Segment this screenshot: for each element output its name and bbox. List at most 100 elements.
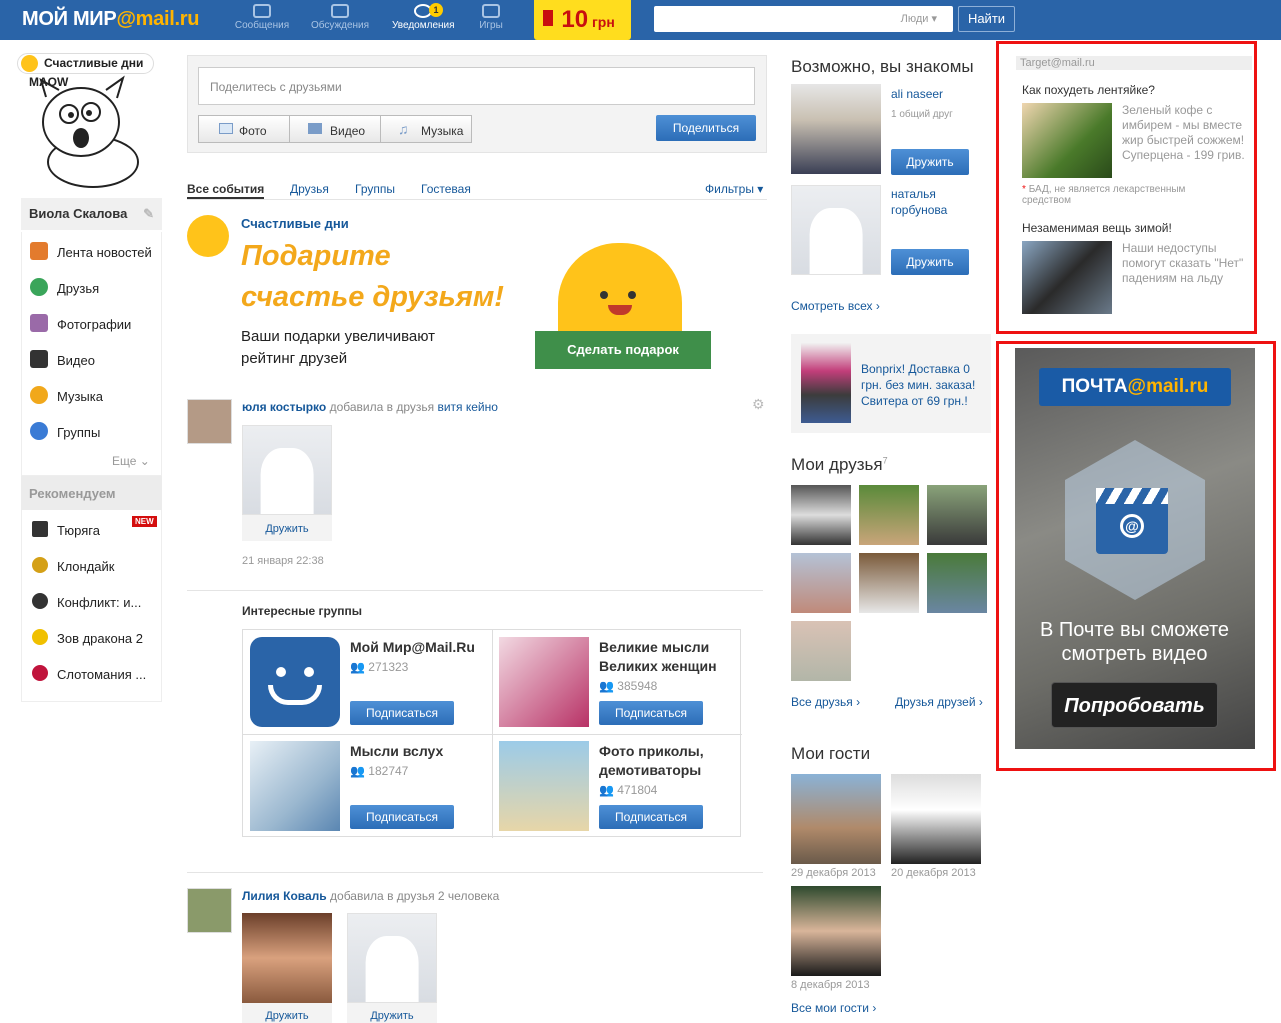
add-friend-button[interactable]: Дружить bbox=[891, 249, 969, 275]
guest-photo[interactable] bbox=[891, 774, 981, 864]
subscribe-button[interactable]: Подписаться bbox=[599, 701, 703, 725]
pymk-photo[interactable] bbox=[791, 84, 881, 174]
tab-guestbook[interactable]: Гостевая bbox=[421, 182, 471, 196]
nav-messages[interactable]: Сообщения bbox=[231, 4, 293, 38]
all-guests-link[interactable]: Все мои гости › bbox=[791, 1001, 876, 1015]
search-input[interactable]: Люди ▾ bbox=[654, 6, 953, 32]
share-input[interactable]: Поделитесь с друзьями bbox=[198, 67, 755, 105]
user-avatar[interactable] bbox=[187, 888, 232, 933]
friend-photo-placeholder[interactable] bbox=[347, 913, 437, 1003]
filters-dropdown[interactable]: Фильтры ▾ bbox=[705, 182, 763, 196]
tab-groups[interactable]: Группы bbox=[355, 182, 395, 196]
menu-more-link[interactable]: Еще ⌄ bbox=[112, 454, 150, 468]
group-name[interactable]: Мой Мир@Mail.Ru bbox=[350, 638, 485, 657]
group-logo-mymir[interactable] bbox=[250, 637, 340, 727]
add-friend-button[interactable]: Дружить bbox=[891, 149, 969, 175]
ad-title[interactable]: Как похудеть лентяйке? bbox=[1022, 83, 1155, 97]
search-scope-dropdown[interactable]: Люди bbox=[901, 13, 929, 25]
try-button[interactable]: Попробовать bbox=[1051, 682, 1218, 728]
tab-all-events[interactable]: Все события bbox=[187, 182, 265, 199]
group-member-count: 👥 182747 bbox=[350, 764, 409, 778]
chevron-right-icon: › bbox=[978, 695, 983, 709]
share-photo-button[interactable]: Фото bbox=[198, 115, 290, 143]
share-submit-button[interactable]: Поделиться bbox=[656, 115, 756, 141]
friend-photo-placeholder[interactable] bbox=[242, 425, 332, 515]
pymk-photo-placeholder[interactable] bbox=[791, 185, 881, 275]
see-all-link[interactable]: Смотреть всех › bbox=[791, 299, 880, 313]
menu-item-friends[interactable]: Друзья bbox=[22, 269, 163, 305]
group-logo-thoughts-aloud[interactable] bbox=[250, 741, 340, 831]
recommend-list: Тюряга Клондайк Конфликт: и... Зов драко… bbox=[21, 510, 162, 702]
happy-days-text: Ваши подарки увеличивают рейтинг друзей bbox=[241, 328, 436, 367]
guest-photo[interactable] bbox=[791, 774, 881, 864]
add-friend-link[interactable]: Дружить bbox=[242, 515, 332, 541]
happy-days-tag[interactable]: Счастливые дни bbox=[17, 53, 154, 74]
friend-thumbnail[interactable] bbox=[859, 485, 919, 545]
menu-item-groups[interactable]: Группы bbox=[22, 413, 163, 449]
recommend-item-slotomania[interactable]: Слотомания ... bbox=[22, 655, 163, 691]
nav-discussions[interactable]: Обсуждения bbox=[309, 4, 371, 38]
mail-logo: ПОЧТА@mail.ru bbox=[1039, 368, 1231, 406]
menu-item-music[interactable]: Музыка bbox=[22, 377, 163, 413]
gear-icon[interactable]: ⚙ bbox=[752, 396, 765, 413]
menu-item-news[interactable]: Лента новостей bbox=[22, 233, 163, 269]
group-name[interactable]: Мысли вслух bbox=[350, 742, 485, 761]
friend-photo[interactable] bbox=[242, 913, 332, 1003]
profile-name[interactable]: Виола Скалова ✎ bbox=[21, 198, 162, 230]
recommend-item-klondike[interactable]: Клондайк bbox=[22, 547, 163, 583]
feed-divider bbox=[187, 590, 763, 591]
subscribe-button[interactable]: Подписаться bbox=[599, 805, 703, 829]
friends-of-friends-link[interactable]: Друзья друзей › bbox=[895, 695, 983, 709]
ad-text[interactable]: Зеленый кофе с имбирем - мы вместе жир б… bbox=[1122, 103, 1247, 163]
group-member-count: 👥 271323 bbox=[350, 660, 409, 674]
guest-photo[interactable] bbox=[791, 886, 881, 976]
nav-games[interactable]: Игры bbox=[460, 4, 522, 38]
friend-thumbnail[interactable] bbox=[791, 621, 851, 681]
ad-image-coffee[interactable] bbox=[1022, 103, 1112, 178]
ad-text[interactable]: Наши недоступы помогут сказать "Нет" пад… bbox=[1122, 241, 1247, 286]
edit-pencil-icon[interactable]: ✎ bbox=[143, 206, 154, 222]
bonprix-ad-text[interactable]: Bonprix! Доставка 0 грн. без мин. заказа… bbox=[861, 361, 987, 409]
group-logo-funny-photos[interactable] bbox=[499, 741, 589, 831]
friend-thumbnail[interactable] bbox=[791, 485, 851, 545]
tab-friends[interactable]: Друзья bbox=[290, 182, 329, 196]
group-name[interactable]: Великие мысли Великих женщин bbox=[599, 638, 734, 676]
chevron-right-icon: › bbox=[875, 299, 880, 313]
promo-balance-button[interactable]: 10 грн bbox=[534, 0, 631, 40]
recommend-item-conflict[interactable]: Конфликт: и... bbox=[22, 583, 163, 619]
all-friends-link[interactable]: Все друзья › bbox=[791, 695, 860, 709]
user-avatar[interactable] bbox=[187, 399, 232, 444]
feed-author-link[interactable]: юля костырко bbox=[242, 400, 326, 414]
sun-icon bbox=[187, 215, 229, 257]
subscribe-button[interactable]: Подписаться bbox=[350, 805, 454, 829]
target-ads-header[interactable]: Target@mail.ru bbox=[1016, 56, 1252, 70]
ad-title[interactable]: Незаменимая вещь зимой! bbox=[1022, 221, 1172, 235]
friend-thumbnail[interactable] bbox=[927, 553, 987, 613]
happy-days-title[interactable]: Счастливые дни bbox=[241, 216, 349, 231]
subscribe-button[interactable]: Подписаться bbox=[350, 701, 454, 725]
make-gift-button[interactable]: Сделать подарок bbox=[535, 331, 711, 369]
friend-thumbnail[interactable] bbox=[859, 553, 919, 613]
video-camera-icon bbox=[308, 123, 322, 134]
klondike-icon bbox=[32, 557, 48, 573]
add-friend-link[interactable]: Дружить bbox=[347, 1003, 437, 1023]
friend-thumbnail[interactable] bbox=[791, 553, 851, 613]
nav-notifications[interactable]: Уведомления bbox=[392, 4, 455, 38]
group-name[interactable]: Фото приколы, демотиваторы bbox=[599, 742, 734, 780]
pymk-name-link[interactable]: наталья горбунова bbox=[891, 186, 981, 218]
group-logo-great-thoughts[interactable] bbox=[499, 637, 589, 727]
menu-item-photos[interactable]: Фотографии bbox=[22, 305, 163, 341]
friend-thumbnail[interactable] bbox=[927, 485, 987, 545]
feed-target-link[interactable]: витя кейно bbox=[437, 400, 497, 414]
site-logo[interactable]: МОЙ МИР@mail.ru bbox=[22, 8, 199, 31]
ad-image-crampons[interactable] bbox=[1022, 241, 1112, 314]
search-button[interactable]: Найти bbox=[958, 6, 1015, 32]
menu-item-video[interactable]: Видео bbox=[22, 341, 163, 377]
pymk-name-link[interactable]: ali naseer bbox=[891, 86, 943, 102]
share-video-button[interactable]: Видео bbox=[289, 115, 381, 143]
guest-date: 8 декабря 2013 bbox=[791, 979, 870, 991]
add-friend-link[interactable]: Дружить bbox=[242, 1003, 332, 1023]
share-music-button[interactable]: ♫ Музыка bbox=[380, 115, 472, 143]
feed-author-link[interactable]: Лилия Коваль bbox=[242, 889, 327, 903]
recommend-item-dragon[interactable]: Зов дракона 2 bbox=[22, 619, 163, 655]
